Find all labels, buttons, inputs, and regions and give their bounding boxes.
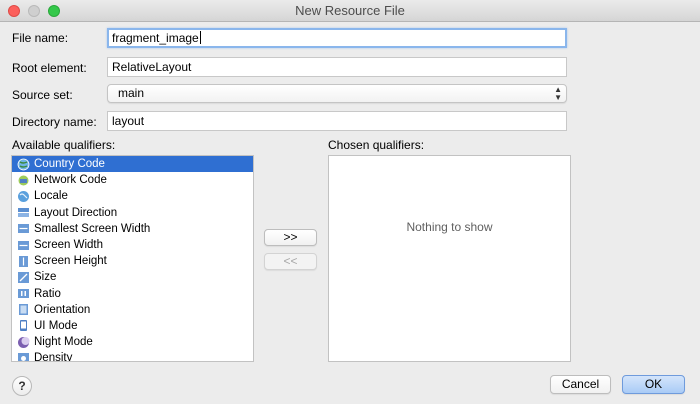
qualifier-item-label: Country Code bbox=[34, 158, 105, 171]
directory-name-field[interactable]: layout bbox=[107, 111, 567, 131]
cancel-button[interactable]: Cancel bbox=[550, 375, 611, 394]
qualifier-item-label: Locale bbox=[34, 190, 68, 203]
qualifier-item-size[interactable]: Size bbox=[12, 269, 253, 285]
qualifier-item-label: Night Mode bbox=[34, 336, 93, 349]
orientation-icon bbox=[17, 303, 30, 316]
density-icon bbox=[17, 352, 30, 361]
root-element-label: Root element: bbox=[12, 61, 87, 75]
window-title: New Resource File bbox=[295, 3, 405, 18]
qualifier-item-label: Layout Direction bbox=[34, 206, 118, 219]
globe-icon bbox=[17, 190, 30, 203]
qualifier-item-smallest-screen-width[interactable]: Smallest Screen Width bbox=[12, 221, 253, 237]
help-button[interactable]: ? bbox=[12, 376, 32, 396]
root-element-value: RelativeLayout bbox=[112, 60, 192, 74]
available-qualifiers-label: Available qualifiers: bbox=[12, 138, 116, 152]
qualifier-item-label: Screen Width bbox=[34, 239, 104, 252]
file-name-field[interactable]: fragment_image bbox=[107, 28, 567, 48]
qualifier-item-ui-mode[interactable]: UI Mode bbox=[12, 318, 253, 334]
qualifier-item-label: Smallest Screen Width bbox=[34, 222, 151, 235]
qualifier-item-layout-direction[interactable]: Layout Direction bbox=[12, 205, 253, 221]
qualifier-item-label: Screen Height bbox=[34, 255, 107, 268]
ok-button[interactable]: OK bbox=[622, 375, 685, 394]
qualifier-item-orientation[interactable]: Orientation bbox=[12, 302, 253, 318]
qualifier-item-locale[interactable]: Locale bbox=[12, 188, 253, 204]
file-name-label: File name: bbox=[12, 31, 69, 45]
source-set-select[interactable]: main ▲ ▼ bbox=[107, 84, 567, 103]
qualifier-item-screen-height[interactable]: Screen Height bbox=[12, 253, 253, 269]
screen-width-icon bbox=[17, 239, 30, 252]
layout-direction-icon bbox=[17, 206, 30, 219]
chevron-up-down-icon: ▲ ▼ bbox=[554, 85, 562, 102]
screen-width-icon bbox=[17, 222, 30, 235]
source-set-value: main bbox=[118, 86, 145, 100]
title-bar: New Resource File bbox=[0, 0, 700, 22]
qualifier-item-country-code[interactable]: Country Code bbox=[12, 156, 253, 173]
size-icon bbox=[17, 271, 30, 284]
screen-height-icon bbox=[17, 255, 30, 268]
root-element-field[interactable]: RelativeLayout bbox=[107, 57, 567, 77]
directory-name-label: Directory name: bbox=[12, 115, 97, 129]
qualifier-item-label: Density bbox=[34, 352, 73, 362]
empty-state-text: Nothing to show bbox=[406, 220, 493, 234]
qualifier-item-label: Ratio bbox=[34, 287, 61, 300]
qualifier-item-screen-width[interactable]: Screen Width bbox=[12, 237, 253, 253]
available-qualifiers-list[interactable]: Country Code Network Code Locale Layout … bbox=[11, 155, 254, 362]
qualifier-item-label: UI Mode bbox=[34, 319, 78, 332]
qualifier-item-label: Size bbox=[34, 271, 57, 284]
qualifier-item-night-mode[interactable]: Night Mode bbox=[12, 334, 253, 350]
ratio-icon bbox=[17, 287, 30, 300]
qualifier-item-network-code[interactable]: Network Code bbox=[12, 172, 253, 188]
source-set-label: Source set: bbox=[12, 88, 73, 102]
remove-qualifier-button[interactable]: << bbox=[264, 253, 317, 270]
globe-flag-icon bbox=[17, 158, 30, 171]
night-mode-icon bbox=[17, 336, 30, 349]
qualifier-item-label: Network Code bbox=[34, 174, 107, 187]
chosen-qualifiers-label: Chosen qualifiers: bbox=[328, 138, 425, 152]
qualifier-item-density[interactable]: Density bbox=[12, 350, 253, 362]
chosen-qualifiers-list[interactable]: Nothing to show bbox=[328, 155, 571, 362]
add-qualifier-button[interactable]: >> bbox=[264, 229, 317, 246]
qualifier-item-ratio[interactable]: Ratio bbox=[12, 286, 253, 302]
qualifier-item-label: Orientation bbox=[34, 303, 91, 316]
directory-name-value: layout bbox=[112, 114, 145, 128]
ui-mode-icon bbox=[17, 319, 30, 332]
file-name-value: fragment_image bbox=[112, 31, 199, 45]
network-icon bbox=[17, 174, 30, 187]
new-resource-file-dialog: New Resource File File name: fragment_im… bbox=[0, 0, 700, 404]
text-caret bbox=[199, 31, 201, 44]
